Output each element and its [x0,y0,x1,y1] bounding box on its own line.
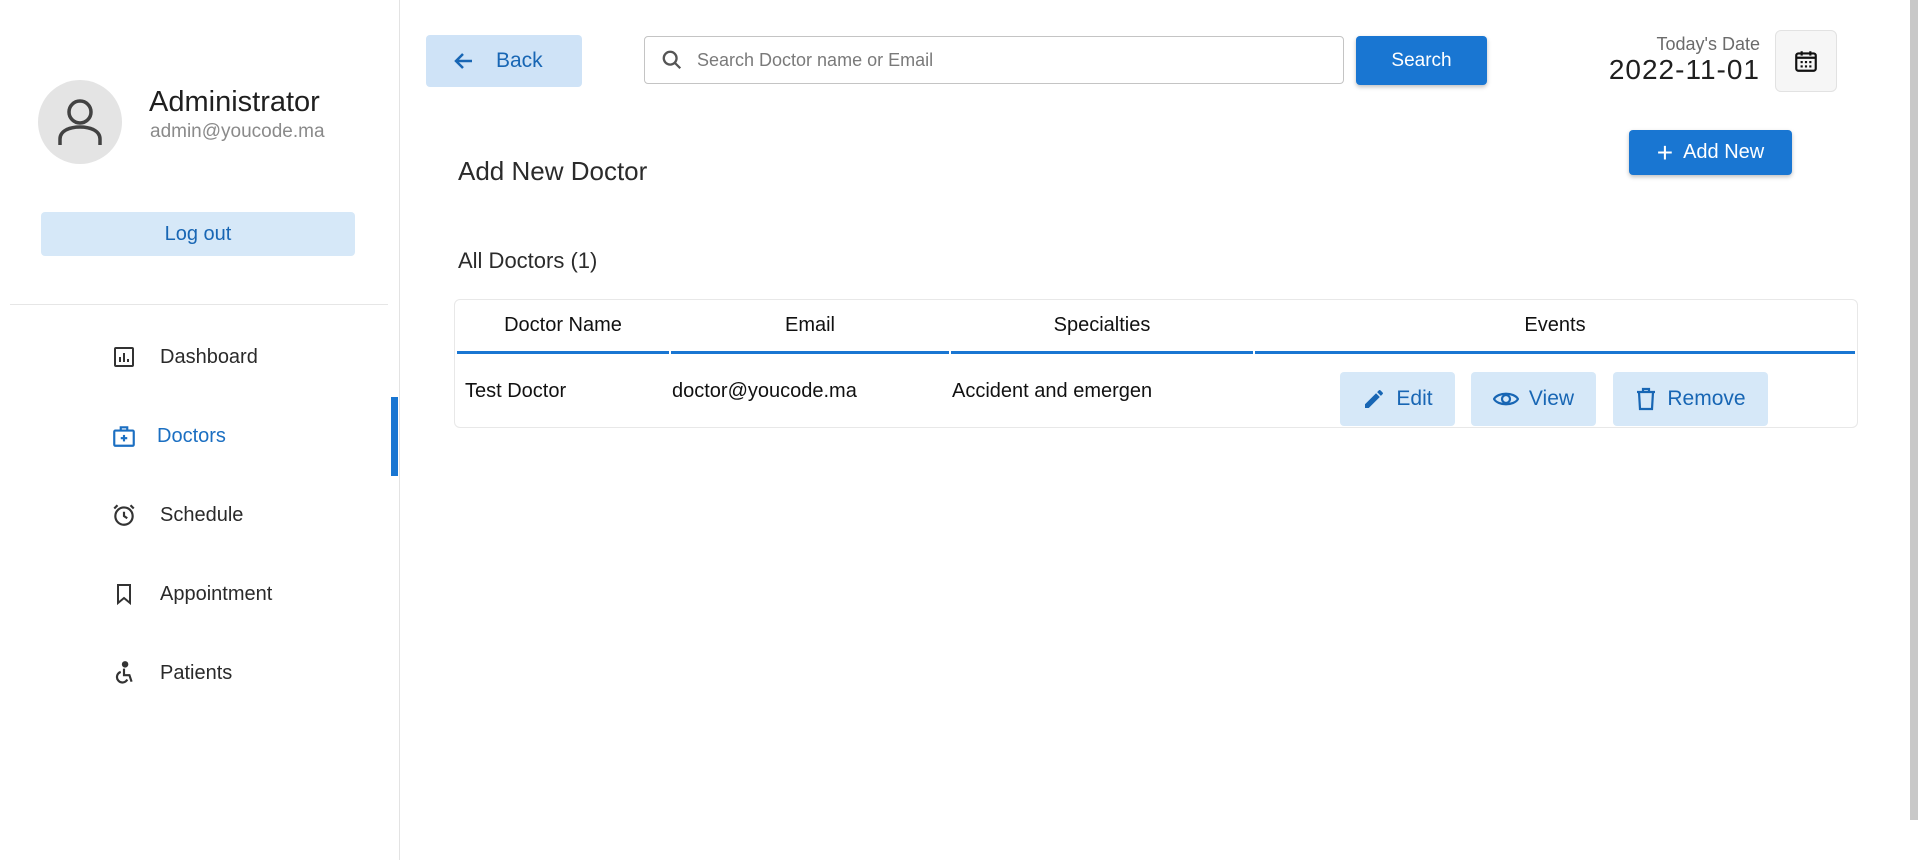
user-icon [58,99,102,145]
avatar [38,80,122,164]
sidebar-item-patients[interactable]: Patients [0,645,399,701]
sidebar-item-doctors[interactable]: Doctors [0,408,399,464]
scrollbar[interactable] [1910,0,1918,820]
sidebar-item-label: Patients [160,661,233,684]
edit-button[interactable]: Edit [1340,372,1455,426]
logout-button[interactable]: Log out [41,212,355,256]
accessible-icon [110,659,138,687]
sidebar-divider [10,304,388,305]
sidebar-item-schedule[interactable]: Schedule [0,487,399,543]
arrow-left-icon [454,53,472,69]
bookmark-icon [110,580,138,608]
column-header-email: Email [671,300,949,354]
page-title: Add New Doctor [458,156,648,186]
search-icon [659,47,685,73]
cell-doctor-name: Test Doctor [465,380,567,402]
doctors-table: Doctor Name Email Specialties Events Tes… [454,299,1858,428]
cell-email: doctor@youcode.ma [672,380,857,402]
add-new-label: Add New [1683,141,1765,163]
search-input[interactable] [695,48,1319,72]
back-label: Back [496,49,543,72]
section-title: All Doctors (1) [458,248,598,273]
sidebar: Administrator admin@youcode.ma Log out D… [0,0,400,860]
sidebar-item-label: Schedule [160,503,244,526]
edit-label: Edit [1396,387,1433,410]
date-label: Today's Date [1656,34,1761,54]
remove-button[interactable]: Remove [1613,372,1768,426]
search-field[interactable] [644,36,1344,84]
view-button[interactable]: View [1471,372,1596,426]
sidebar-item-label: Doctors [157,424,226,447]
remove-label: Remove [1667,387,1746,410]
column-header-specialties: Specialties [951,300,1253,354]
chart-icon [110,343,138,371]
active-indicator [391,397,398,476]
eye-icon [1492,387,1519,411]
calendar-button[interactable] [1775,30,1837,92]
sidebar-item-label: Dashboard [160,345,258,368]
sidebar-item-dashboard[interactable]: Dashboard [0,329,399,385]
profile-name: Administrator [149,86,320,118]
pencil-icon [1362,387,1386,411]
sidebar-item-appointment[interactable]: Appointment [0,566,399,622]
date-value: 2022-11-01 [1608,54,1760,85]
column-header-doctor-name: Doctor Name [457,300,669,354]
sidebar-item-label: Appointment [160,582,273,605]
back-button[interactable]: Back [426,35,582,87]
profile-email: admin@youcode.ma [150,121,325,142]
plus-icon: + [1656,136,1674,168]
calendar-icon [1795,51,1817,72]
column-header-events: Events [1255,300,1855,354]
medical-bag-icon [110,422,138,450]
search-button[interactable]: Search [1356,36,1487,85]
alarm-clock-icon [110,501,138,529]
view-label: View [1528,387,1575,410]
trash-icon [1635,387,1657,411]
cell-specialties: Accident and emergen [952,380,1153,402]
add-new-button[interactable]: + Add New [1629,130,1792,175]
